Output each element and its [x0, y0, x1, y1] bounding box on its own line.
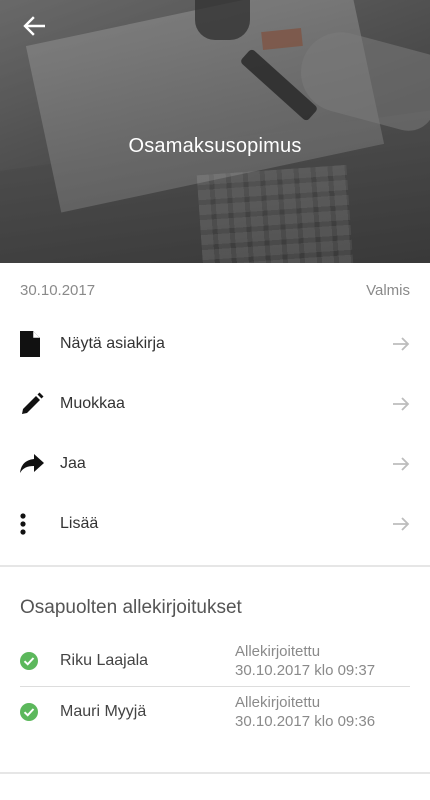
page-title: Osamaksusopimus	[128, 135, 302, 157]
view-document-label: Näytä asiakirja	[60, 335, 165, 352]
signature-status: Allekirjoitettu 30.10.2017 klo 09:37	[235, 642, 410, 680]
more-vertical-icon	[20, 513, 60, 535]
share-button[interactable]: Jaa	[0, 434, 430, 494]
document-status: Valmis	[366, 282, 410, 299]
signature-list: Riku Laajala Allekirjoitettu 30.10.2017 …	[20, 636, 410, 736]
header-image-overlay	[0, 0, 430, 263]
arrow-right-icon	[390, 456, 410, 472]
edit-button[interactable]: Muokkaa	[0, 374, 430, 434]
signature-time: 30.10.2017 klo 09:37	[235, 662, 376, 679]
signer-name: Riku Laajala	[60, 652, 149, 669]
view-document-button[interactable]: Näytä asiakirja	[0, 314, 430, 374]
share-icon	[20, 454, 60, 474]
signature-row: Mauri Myyjä Allekirjoitettu 30.10.2017 k…	[20, 686, 410, 736]
arrow-right-icon	[390, 336, 410, 352]
signature-status-label: Allekirjoitettu	[235, 643, 321, 660]
edit-label: Muokkaa	[60, 395, 125, 412]
section-divider	[0, 565, 430, 567]
document-meta: 30.10.2017 Valmis	[20, 282, 410, 299]
signature-status-label: Allekirjoitettu	[235, 693, 321, 711]
arrow-left-icon	[23, 15, 46, 41]
pencil-icon	[20, 392, 60, 416]
document-date: 30.10.2017	[20, 282, 96, 299]
more-button[interactable]: Lisää	[0, 494, 430, 554]
share-label: Jaa	[60, 455, 86, 472]
signatures-title: Osapuolten allekirjoitukset	[20, 597, 242, 618]
section-divider	[0, 772, 430, 774]
arrow-right-icon	[390, 396, 410, 412]
back-button[interactable]	[16, 12, 52, 44]
arrow-right-icon	[390, 516, 410, 532]
signature-status: Allekirjoitettu 30.10.2017 klo 09:36	[235, 693, 410, 731]
signer-name: Mauri Myyjä	[60, 702, 147, 720]
check-circle-icon	[20, 702, 60, 721]
signature-time: 30.10.2017 klo 09:36	[235, 712, 376, 730]
signature-row: Riku Laajala Allekirjoitettu 30.10.2017 …	[20, 636, 410, 686]
header-image	[0, 0, 430, 263]
more-label: Lisää	[60, 515, 99, 532]
document-icon	[20, 331, 60, 357]
check-circle-icon	[20, 652, 60, 670]
action-list: Näytä asiakirja Muokkaa Jaa Lisää	[0, 314, 430, 554]
